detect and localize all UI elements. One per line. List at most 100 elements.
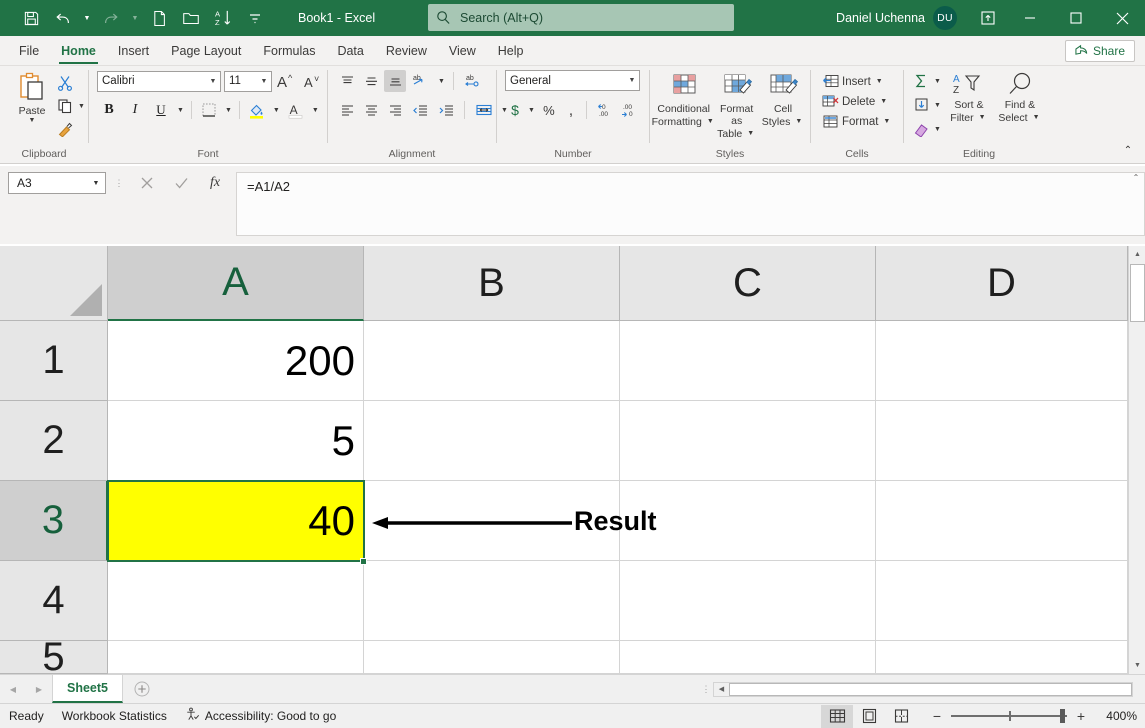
zoom-out-button[interactable]: − bbox=[927, 708, 947, 724]
borders-button[interactable] bbox=[197, 99, 221, 121]
cell-d4[interactable] bbox=[876, 561, 1128, 641]
cell-b4[interactable] bbox=[364, 561, 620, 641]
cell-b2[interactable] bbox=[364, 401, 620, 481]
vertical-scrollbar[interactable]: ▲ ▼ bbox=[1128, 246, 1145, 674]
sort-az-icon[interactable]: AZ bbox=[208, 5, 238, 31]
italic-button[interactable]: I bbox=[123, 99, 147, 121]
paste-dropdown-icon[interactable]: ▼ bbox=[27, 117, 38, 124]
tab-home[interactable]: Home bbox=[50, 37, 107, 65]
customize-quick-access-icon[interactable] bbox=[240, 5, 270, 31]
format-as-table-button[interactable]: Format as Table ▼ bbox=[714, 72, 759, 142]
tab-insert[interactable]: Insert bbox=[107, 37, 160, 65]
copy-button[interactable] bbox=[54, 95, 76, 117]
previous-sheet-icon[interactable]: ◀ bbox=[0, 677, 26, 702]
format-cells-button[interactable]: Format ▼ bbox=[819, 113, 895, 130]
fill-color-dropdown-icon[interactable]: ▼ bbox=[271, 107, 282, 114]
increase-decimal-button[interactable]: 0.00 bbox=[592, 99, 616, 121]
increase-indent-button[interactable] bbox=[434, 99, 458, 121]
save-icon[interactable] bbox=[16, 5, 46, 31]
normal-view-button[interactable] bbox=[821, 704, 853, 728]
row-header-1[interactable]: 1 bbox=[0, 321, 108, 401]
insert-cells-button[interactable]: Insert ▼ bbox=[819, 73, 888, 90]
scroll-down-icon[interactable]: ▼ bbox=[1129, 657, 1145, 674]
delete-cells-button[interactable]: Delete ▼ bbox=[819, 93, 892, 110]
sort-filter-button[interactable]: AZ Sort & Filter ▼ bbox=[945, 70, 993, 126]
horizontal-scroll-thumb[interactable] bbox=[729, 682, 1132, 696]
paste-button[interactable]: Paste ▼ bbox=[10, 70, 54, 126]
cell-c3[interactable] bbox=[620, 481, 876, 561]
zoom-level[interactable]: 400% bbox=[1091, 709, 1137, 723]
row-header-5[interactable]: 5 bbox=[0, 635, 108, 674]
accounting-format-button[interactable]: $ bbox=[505, 99, 525, 121]
minimize-button[interactable] bbox=[1007, 0, 1053, 36]
font-size-combo[interactable]: 11 ▼ bbox=[224, 70, 272, 92]
sheet-tab-sheet5[interactable]: Sheet5 bbox=[52, 675, 123, 703]
tab-formulas[interactable]: Formulas bbox=[252, 37, 326, 65]
cell-d1[interactable] bbox=[876, 321, 1128, 401]
accessibility-button[interactable]: Accessibility: Good to go bbox=[176, 705, 345, 728]
cell-d3[interactable] bbox=[876, 481, 1128, 561]
center-button[interactable] bbox=[360, 99, 382, 121]
next-sheet-icon[interactable]: ▶ bbox=[26, 677, 52, 702]
horizontal-scrollbar[interactable]: ◀ bbox=[713, 681, 1133, 697]
grow-font-button[interactable]: A ^ bbox=[275, 70, 299, 92]
tab-view[interactable]: View bbox=[438, 37, 487, 65]
cell-b1[interactable] bbox=[364, 321, 620, 401]
merge-center-button[interactable] bbox=[471, 99, 497, 121]
cell-a5[interactable] bbox=[108, 641, 364, 674]
number-format-combo[interactable]: General ▼ bbox=[505, 70, 640, 91]
share-button[interactable]: Share bbox=[1064, 40, 1135, 62]
conditional-formatting-button[interactable]: Conditional Formatting ▼ bbox=[652, 72, 714, 130]
tab-page-layout[interactable]: Page Layout bbox=[160, 37, 252, 65]
insert-function-icon[interactable]: fx bbox=[198, 172, 232, 194]
borders-dropdown-icon[interactable]: ▼ bbox=[223, 107, 234, 114]
undo-icon[interactable] bbox=[48, 5, 78, 31]
tab-review[interactable]: Review bbox=[375, 37, 438, 65]
cut-button[interactable] bbox=[54, 72, 76, 94]
close-button[interactable] bbox=[1099, 0, 1145, 36]
cell-styles-button[interactable]: Cell Styles ▼ bbox=[761, 72, 805, 130]
open-folder-icon[interactable] bbox=[176, 5, 206, 31]
cell-a2[interactable]: 5 bbox=[108, 401, 364, 481]
cell-a3[interactable]: 40 bbox=[108, 481, 364, 561]
wrap-text-button[interactable]: ab bbox=[460, 70, 486, 92]
autosum-button[interactable] bbox=[910, 70, 932, 92]
select-all-corner[interactable] bbox=[0, 246, 108, 321]
name-box[interactable]: A3 ▼ bbox=[8, 172, 106, 194]
avatar[interactable]: DU bbox=[933, 6, 957, 30]
align-right-button[interactable] bbox=[384, 99, 406, 121]
underline-button[interactable]: U bbox=[149, 99, 173, 121]
format-painter-button[interactable] bbox=[54, 118, 76, 140]
page-layout-view-button[interactable] bbox=[853, 705, 885, 728]
search-input[interactable]: Search (Alt+Q) bbox=[428, 4, 734, 31]
font-color-dropdown-icon[interactable]: ▼ bbox=[310, 107, 321, 114]
fill-dropdown-icon[interactable]: ▼ bbox=[932, 102, 943, 109]
cell-b5[interactable] bbox=[364, 641, 620, 674]
collapse-ribbon-icon[interactable]: ⌃ bbox=[1117, 141, 1139, 159]
row-header-2[interactable]: 2 bbox=[0, 401, 108, 481]
cell-a4[interactable] bbox=[108, 561, 364, 641]
autosum-dropdown-icon[interactable]: ▼ bbox=[932, 78, 943, 85]
add-sheet-icon[interactable] bbox=[123, 677, 161, 702]
bold-button[interactable]: B bbox=[97, 99, 121, 121]
font-color-button[interactable]: A bbox=[284, 99, 308, 121]
clear-button[interactable] bbox=[910, 118, 932, 140]
zoom-slider-thumb[interactable] bbox=[1060, 709, 1065, 723]
accounting-dropdown-icon[interactable]: ▼ bbox=[526, 107, 537, 114]
maximize-button[interactable] bbox=[1053, 0, 1099, 36]
underline-dropdown-icon[interactable]: ▼ bbox=[175, 107, 186, 114]
column-header-d[interactable]: D bbox=[876, 246, 1128, 321]
new-file-icon[interactable] bbox=[144, 5, 174, 31]
undo-dropdown-icon[interactable]: ▼ bbox=[80, 5, 94, 31]
bottom-align-button[interactable] bbox=[384, 70, 406, 92]
cell-c5[interactable] bbox=[620, 641, 876, 674]
expand-formula-bar-icon[interactable]: ⌃ bbox=[1129, 171, 1143, 241]
orientation-button[interactable]: ab bbox=[408, 70, 434, 92]
tab-file[interactable]: File bbox=[8, 37, 50, 65]
top-align-button[interactable] bbox=[336, 70, 358, 92]
column-header-a[interactable]: A bbox=[108, 246, 364, 321]
column-header-c[interactable]: C bbox=[620, 246, 876, 321]
split-handle[interactable]: ⋮ bbox=[699, 684, 713, 695]
zoom-in-button[interactable]: + bbox=[1071, 708, 1091, 724]
cell-c4[interactable] bbox=[620, 561, 876, 641]
